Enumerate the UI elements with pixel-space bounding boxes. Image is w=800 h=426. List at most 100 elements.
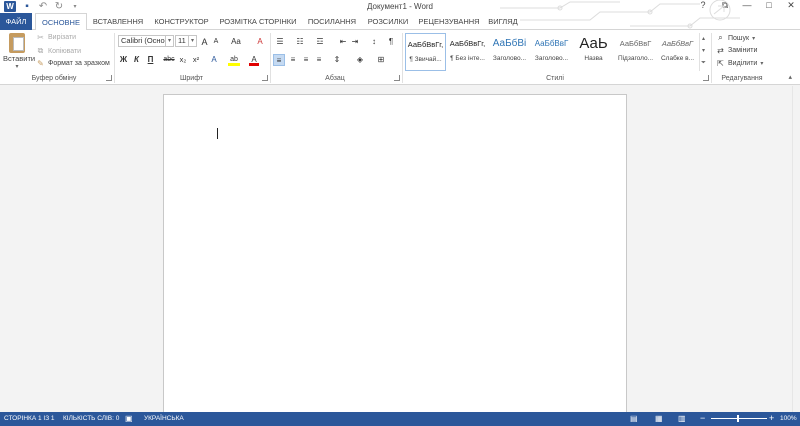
style-sample: АаБбВі bbox=[492, 38, 527, 49]
style-no-spacing[interactable]: АаБбВвГг, ¶ Без інте... bbox=[447, 33, 488, 71]
tab-review[interactable]: РЕЦЕНЗУВАННЯ bbox=[416, 13, 482, 30]
print-layout-icon[interactable]: ▦ bbox=[655, 414, 663, 423]
font-name-dropdown[interactable]: ▾ bbox=[166, 35, 174, 47]
font-group-label: Шрифт bbox=[179, 75, 204, 82]
copy-button[interactable]: ⧉ Копіювати bbox=[36, 46, 81, 56]
document-area bbox=[0, 86, 800, 424]
style-name: Заголово... bbox=[534, 55, 569, 62]
paragraph-launcher-icon[interactable] bbox=[394, 75, 400, 81]
shading-button[interactable]: ◈ bbox=[354, 54, 366, 66]
styles-gallery-scroll[interactable]: ▴ ▾ ⏷ bbox=[699, 33, 707, 71]
font-size-input[interactable]: 11 bbox=[175, 35, 189, 47]
clipboard-group-label: Буфер обміну bbox=[31, 75, 77, 82]
style-name: ¶ Без інте... bbox=[450, 55, 485, 62]
word-count[interactable]: КІЛЬКІСТЬ СЛІВ: 0 bbox=[63, 415, 119, 422]
find-button[interactable]: ⌕ Пошук ▾ bbox=[716, 33, 755, 43]
cut-button[interactable]: ✂ Вирізати bbox=[36, 33, 76, 42]
borders-button[interactable]: ⊞ bbox=[375, 54, 387, 66]
tab-home[interactable]: ОСНОВНЕ bbox=[35, 13, 87, 31]
circuit-decoration bbox=[500, 0, 740, 29]
find-label: Пошук bbox=[728, 34, 750, 42]
style-title[interactable]: АаЬ Назва bbox=[573, 33, 614, 71]
tab-references[interactable]: ПОСИЛАННЯ bbox=[304, 13, 360, 30]
styles-group-label: Стилі bbox=[546, 75, 564, 82]
align-center-button[interactable]: ≡ bbox=[287, 54, 299, 66]
grow-font-button[interactable]: A bbox=[200, 36, 209, 48]
line-spacing-button[interactable]: ⇕ bbox=[331, 54, 343, 66]
zoom-level[interactable]: 100% bbox=[780, 415, 797, 422]
collapse-ribbon-icon[interactable]: ▴ bbox=[788, 73, 792, 81]
font-launcher-icon[interactable] bbox=[262, 75, 268, 81]
paste-button[interactable]: Вставити ▾ bbox=[3, 33, 35, 70]
italic-button[interactable]: К bbox=[132, 54, 141, 66]
justify-button[interactable]: ≡ bbox=[313, 54, 325, 66]
scroll-up-icon[interactable]: ▴ bbox=[700, 33, 707, 45]
font-color-button[interactable]: A bbox=[249, 54, 259, 66]
style-subtitle[interactable]: АаБбВвГ Підзаголо... bbox=[615, 33, 656, 71]
tab-insert[interactable]: ВСТАВЛЕННЯ bbox=[89, 13, 147, 30]
numbering-button[interactable]: ☷ bbox=[294, 36, 306, 48]
clipboard-launcher-icon[interactable] bbox=[106, 75, 112, 81]
proofing-icon[interactable]: ▣ bbox=[125, 414, 133, 423]
clear-formatting-button[interactable]: A bbox=[255, 36, 265, 48]
select-button[interactable]: ⇱ Виділити ▾ bbox=[716, 59, 763, 68]
style-sample: АаЬ bbox=[579, 35, 608, 52]
copy-icon: ⧉ bbox=[37, 46, 44, 55]
tab-mailings[interactable]: РОЗСИЛКИ bbox=[364, 13, 412, 30]
style-name: Слабке в... bbox=[660, 55, 695, 62]
scroll-down-icon[interactable]: ▾ bbox=[700, 45, 707, 57]
style-subtle-emphasis[interactable]: АаБбВвГ Слабке в... bbox=[657, 33, 698, 71]
style-normal[interactable]: АаБбВвГг, ¶ Звичай... bbox=[405, 33, 446, 71]
replace-button[interactable]: ⇄ Замінити bbox=[716, 46, 757, 55]
superscript-button[interactable]: x² bbox=[191, 54, 201, 66]
zoom-out-button[interactable]: − bbox=[700, 413, 705, 423]
zoom-in-button[interactable]: + bbox=[769, 413, 774, 423]
sort-button[interactable]: ↕ bbox=[369, 36, 379, 48]
align-right-button[interactable]: ≡ bbox=[300, 54, 312, 66]
font-size-dropdown[interactable]: ▾ bbox=[189, 35, 197, 47]
language-indicator[interactable]: УКРАЇНСЬКА bbox=[144, 415, 184, 422]
tab-layout[interactable]: РОЗМІТКА СТОРІНКИ bbox=[216, 13, 300, 30]
font-name-input[interactable]: Calibri (Основ bbox=[118, 35, 166, 47]
style-heading-2[interactable]: АаБбВвГ Заголово... bbox=[531, 33, 572, 71]
decrease-indent-button[interactable]: ⇤ bbox=[338, 36, 348, 48]
read-mode-icon[interactable]: ▤ bbox=[630, 414, 638, 423]
more-styles-icon[interactable]: ⏷ bbox=[700, 57, 707, 69]
show-marks-button[interactable]: ¶ bbox=[386, 36, 396, 48]
underline-button[interactable]: П bbox=[146, 54, 155, 66]
styles-launcher-icon[interactable] bbox=[703, 75, 709, 81]
tab-file[interactable]: ФАЙЛ bbox=[0, 13, 32, 30]
vertical-scrollbar[interactable] bbox=[792, 86, 800, 412]
multilevel-list-button[interactable]: ☲ bbox=[314, 36, 326, 48]
cursor-icon: ⇱ bbox=[717, 59, 724, 68]
style-sample: АаБбВвГ bbox=[619, 39, 652, 48]
format-painter-button[interactable]: ✎ Формат за зразком bbox=[36, 59, 110, 68]
bullets-button[interactable]: ☰ bbox=[274, 36, 286, 48]
scissors-icon: ✂ bbox=[37, 33, 44, 42]
shrink-font-button[interactable]: A bbox=[212, 36, 220, 48]
style-name: Назва bbox=[584, 55, 603, 62]
web-layout-icon[interactable]: ▥ bbox=[678, 414, 686, 423]
tab-design[interactable]: КОНСТРУКТОР bbox=[150, 13, 213, 30]
change-case-button[interactable]: Aa bbox=[229, 36, 243, 48]
highlight-button[interactable]: ab bbox=[228, 54, 240, 66]
zoom-slider-thumb[interactable] bbox=[737, 415, 739, 422]
align-left-button[interactable]: ≡ bbox=[273, 54, 285, 66]
clipboard-icon bbox=[9, 33, 25, 53]
close-button[interactable]: ✕ bbox=[786, 0, 796, 11]
style-sample: АаБбВвГ bbox=[661, 39, 694, 48]
subscript-button[interactable]: x₂ bbox=[178, 54, 188, 66]
minimize-button[interactable]: — bbox=[742, 0, 752, 11]
maximize-button[interactable]: □ bbox=[764, 0, 774, 11]
style-heading-1[interactable]: АаБбВі Заголово... bbox=[489, 33, 530, 71]
text-effects-button[interactable]: A bbox=[209, 54, 219, 66]
document-page[interactable] bbox=[163, 94, 627, 424]
strikethrough-button[interactable]: abc bbox=[163, 54, 175, 66]
increase-indent-button[interactable]: ⇥ bbox=[350, 36, 360, 48]
bold-button[interactable]: Ж bbox=[119, 54, 128, 66]
format-painter-label: Формат за зразком bbox=[48, 60, 110, 67]
page-count[interactable]: СТОРІНКА 1 ІЗ 1 bbox=[4, 415, 55, 422]
copy-label: Копіювати bbox=[48, 47, 82, 55]
style-sample: АаБбВвГг, bbox=[449, 39, 486, 48]
zoom-slider[interactable] bbox=[711, 418, 767, 419]
